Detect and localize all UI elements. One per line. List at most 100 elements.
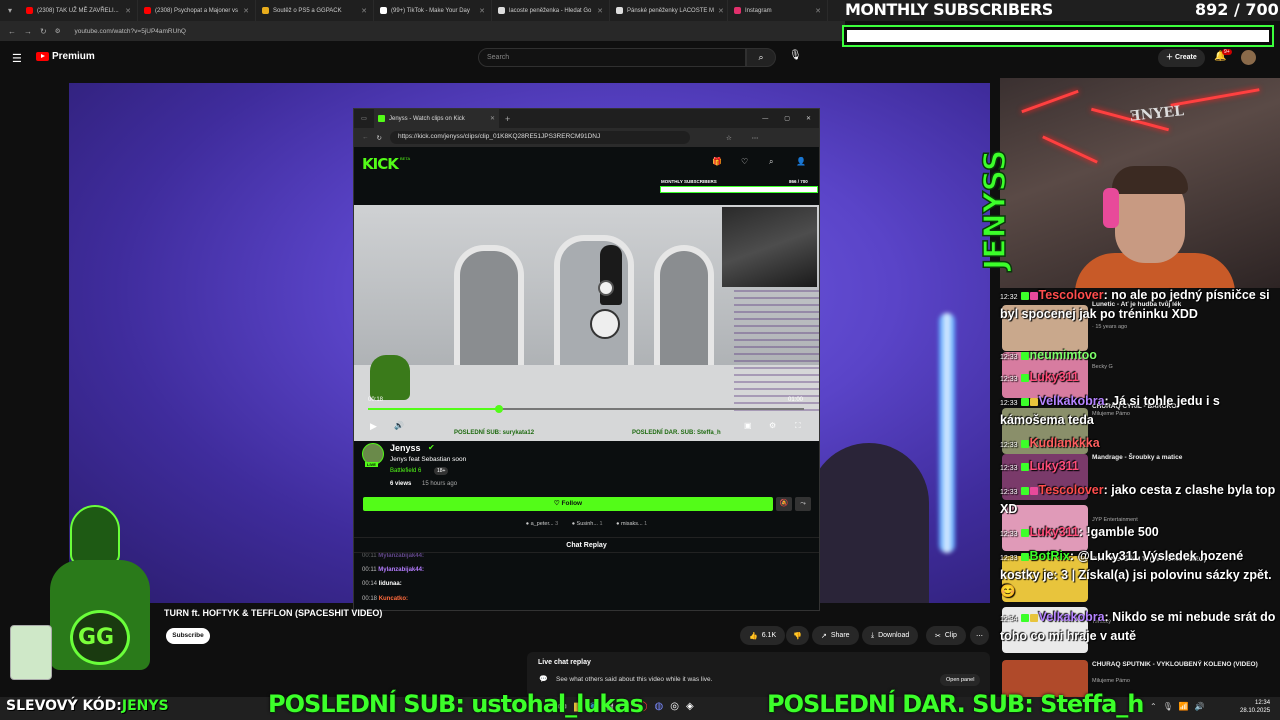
notification-badge: 9+ — [1222, 49, 1232, 55]
chat-message: 12:33 Luky311 — [1000, 369, 1280, 388]
open-panel-button[interactable]: Open panel — [940, 674, 981, 686]
more-icon[interactable]: ⋯ — [752, 134, 759, 142]
browser-tab[interactable]: (2308) TAK UŽ MĚ ZAVŘELI... ✕ — [20, 0, 138, 21]
reload-icon[interactable]: ↻ — [40, 27, 47, 36]
mic-icon[interactable]: 🎙 — [789, 50, 802, 61]
kick-address-bar: ← ↻ https://kick.com/jenyss/clips/clip_0… — [354, 128, 819, 147]
create-button[interactable]: ＋ Create — [1158, 49, 1205, 67]
menu-icon[interactable]: ☰ — [12, 52, 22, 65]
tab-label: (99+) TikTok - Make Your Day — [391, 7, 470, 14]
views-count: 6 views — [390, 481, 412, 487]
kick-video-player[interactable] — [354, 205, 819, 441]
browser-tab[interactable]: (99+) TikTok - Make Your Day ✕ — [374, 0, 492, 21]
chat-replay-header: Chat Replay — [354, 537, 819, 553]
kick-favicon-icon — [378, 115, 385, 122]
chat-time: 12:33 — [1000, 489, 1018, 496]
channel-name[interactable]: Jenyss — [390, 443, 421, 453]
avatar[interactable] — [1241, 50, 1256, 65]
forward-icon[interactable]: → — [24, 27, 32, 36]
new-tab-icon[interactable]: + — [505, 114, 510, 124]
kick-chat-user: Mylanzabijak44: — [378, 553, 424, 559]
settings-icon[interactable]: ⚙ — [769, 421, 776, 430]
wall-sign: ƎNYEL — [1129, 103, 1185, 125]
minimize-icon[interactable]: — — [762, 116, 768, 122]
chat-message: 12:33 BotRix: @Luky311 Výsledek hozené ko… — [1000, 548, 1280, 599]
gifter-count: 1 — [599, 521, 603, 527]
seek-handle[interactable] — [494, 405, 503, 413]
mini-subs-count: 866 / 700 — [789, 179, 808, 184]
user-icon[interactable]: 👤 — [796, 157, 806, 166]
promo-label: SLEVOVÝ KÓD: — [6, 698, 122, 714]
reload-icon[interactable]: ↻ — [377, 134, 382, 142]
heart-icon[interactable]: ♡ — [741, 157, 748, 166]
person-silhouette — [809, 443, 929, 603]
chat-message: 12:33 Tescolover: jako cesta z clashe byl… — [1000, 482, 1280, 517]
browser-tab[interactable]: Soutěž o PS5 a GGPACK ✕ — [256, 0, 374, 21]
kick-chat-user: Kuncatko: — [378, 596, 409, 602]
more-actions-button[interactable]: ⋯ — [970, 626, 989, 645]
clip-button[interactable]: ✂ Clip — [926, 626, 966, 645]
live-chat-desc: See what others said about this video wh… — [556, 676, 713, 683]
close-icon[interactable]: ✕ — [815, 7, 821, 15]
pip-icon[interactable]: ▣ — [744, 421, 752, 430]
maximize-icon[interactable]: ▢ — [784, 115, 790, 122]
subs-title: MONTHLY SUBSCRIBERS — [845, 0, 1053, 19]
chat-time: 12:33 — [1000, 400, 1018, 407]
search-icon[interactable]: ⌕ — [769, 157, 773, 167]
chat-time: 12:33 — [1000, 354, 1018, 361]
kick-url-field[interactable]: https://kick.com/jenyss/clips/clip_01K8K… — [389, 131, 690, 144]
volume-icon[interactable]: 🔊 — [394, 421, 404, 430]
browser-tab[interactable]: (2308) Psychopat a Majoner vs ✕ — [138, 0, 256, 21]
follow-button[interactable]: ♡ Follow — [363, 497, 773, 511]
category-link[interactable]: Battlefield 6 — [390, 468, 421, 474]
tab-label: (2308) TAK UŽ MĚ ZAVŘELI... — [37, 7, 119, 14]
fullscreen-icon[interactable]: ⛶ — [795, 421, 801, 431]
close-icon[interactable]: ✕ — [490, 115, 495, 122]
tab-label: Soutěž o PS5 a GGPACK — [273, 7, 342, 14]
seek-bar[interactable] — [368, 408, 804, 410]
back-icon[interactable]: ← — [8, 27, 16, 36]
search-icon[interactable]: ⌕ — [746, 48, 776, 67]
kick-logo[interactable]: KICK — [362, 155, 399, 173]
dislike-button[interactable]: 👎 — [786, 626, 809, 645]
browser-tab[interactable]: Instagram ✕ — [728, 0, 828, 21]
gifter: ● Susinh... 1 — [571, 521, 603, 527]
kick-nav-bar: KICK BETA 🎁 ♡ ⌕ 👤 MONTHLY SUBSCRIBERS 86… — [354, 147, 819, 199]
gg-booster-mascot: GG — [10, 500, 190, 700]
live-badge: LIVE — [365, 462, 378, 467]
gifter-name: misaks... — [620, 521, 643, 527]
logo-text: Premium — [52, 51, 95, 62]
url-field[interactable]: youtube.com/watch?v=5jUP4amRUhQ — [75, 28, 186, 35]
kick-tab[interactable]: Jenyss - Watch clips on Kick ✕ — [374, 109, 499, 128]
download-button[interactable]: ⤓ Download — [862, 626, 919, 645]
like-button[interactable]: 👍 6.1K — [740, 626, 786, 645]
share-button[interactable]: ⤳ — [795, 497, 811, 511]
close-icon[interactable]: ✕ — [597, 7, 603, 15]
tab-menu-icon[interactable]: ▾ — [0, 6, 20, 15]
close-icon[interactable]: ✕ — [718, 7, 724, 15]
seek-bar-fill — [368, 408, 499, 410]
browser-tab[interactable]: Pánské peněženky LACOSTE M ✕ — [610, 0, 728, 21]
live-chat-title: Live chat replay — [538, 659, 591, 666]
site-info-icon[interactable]: ⚙ — [55, 27, 61, 35]
chat-message: 12:34 Velkakobra: Nikdo se mi nebude srát… — [1000, 609, 1280, 644]
close-icon[interactable]: ✕ — [243, 7, 249, 15]
close-window-icon[interactable]: ✕ — [806, 115, 811, 122]
play-icon[interactable]: ▶ — [370, 421, 377, 432]
kick-chat-message: 00:11 Mylanzabijak44: — [362, 553, 424, 559]
close-icon[interactable]: ✕ — [125, 7, 131, 15]
close-icon[interactable]: ✕ — [361, 7, 367, 15]
gift-icon[interactable]: 🎁 — [712, 157, 722, 166]
close-icon[interactable]: ✕ — [479, 7, 485, 15]
youtube-logo[interactable]: Premium — [36, 51, 95, 62]
mute-notifications-button[interactable]: 🔕 — [776, 497, 792, 511]
back-icon[interactable]: ← — [362, 134, 369, 141]
last-sub-text: POSLEDNÍ SUB: ustohal_lukas — [268, 690, 644, 718]
browser-tab[interactable]: lacoste peněženka - Hledat Go ✕ — [492, 0, 610, 21]
star-icon[interactable]: ☆ — [726, 134, 732, 142]
share-button[interactable]: ↗ Share — [812, 626, 859, 645]
tab-list-icon[interactable]: ▭ — [354, 115, 374, 122]
subs-count: 892 / 700 — [1195, 0, 1279, 19]
chat-user: Tescolover — [1038, 483, 1104, 497]
search-input[interactable]: Search — [478, 48, 746, 67]
